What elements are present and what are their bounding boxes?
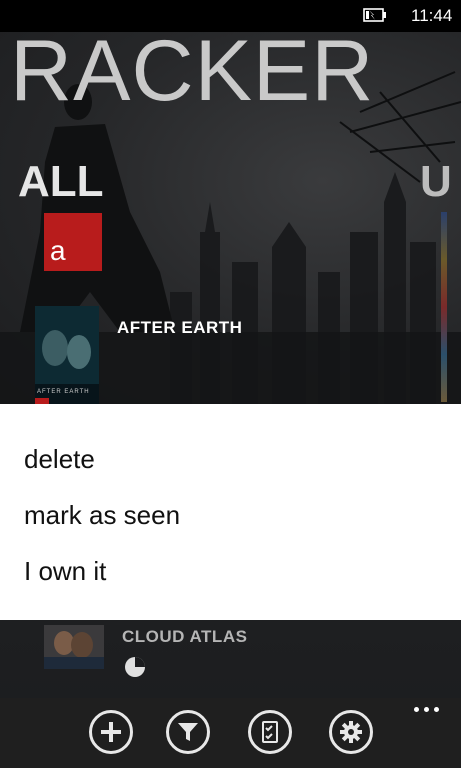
settings-icon [340, 721, 362, 743]
menu-item-delete[interactable]: delete [24, 446, 95, 472]
movie-title: CLOUD ATLAS [122, 627, 248, 646]
checklist-icon [262, 721, 278, 743]
add-icon [101, 722, 121, 742]
jump-list-letter-tile[interactable]: a [44, 213, 102, 271]
context-menu: delete mark as seen I own it [0, 404, 461, 620]
movie-list-item[interactable]: CLOUD ATLAS [44, 620, 444, 698]
seen-status-icon [125, 657, 145, 677]
add-button[interactable] [89, 710, 133, 754]
status-bar: 11:44 [0, 0, 461, 32]
menu-item-i-own-it[interactable]: I own it [24, 558, 106, 584]
app-title: RACKER [10, 32, 375, 119]
filter-button[interactable] [166, 710, 210, 754]
hero-background: RACKER ALL U a AFTER EARTH AFTER EARTH [0, 32, 461, 404]
scroll-color-strip [441, 212, 447, 402]
clock: 11:44 [411, 6, 453, 25]
movie-list-item[interactable]: AFTER EARTH AFTER EARTH [35, 306, 335, 404]
pivot-header-all[interactable]: ALL [18, 160, 104, 204]
poster-caption: AFTER EARTH [37, 389, 90, 395]
app-bar [0, 698, 461, 768]
checklist-button[interactable] [248, 710, 292, 754]
movie-title: AFTER EARTH [117, 318, 243, 337]
battery-charging-icon [363, 8, 386, 22]
more-icon[interactable] [412, 704, 442, 714]
poster-art [44, 625, 104, 669]
filter-icon [178, 723, 198, 741]
movie-poster: AFTER EARTH [35, 306, 99, 404]
movie-poster [44, 625, 104, 669]
menu-item-mark-as-seen[interactable]: mark as seen [24, 502, 180, 528]
pivot-header-next[interactable]: U [420, 160, 452, 204]
settings-button[interactable] [329, 710, 373, 754]
